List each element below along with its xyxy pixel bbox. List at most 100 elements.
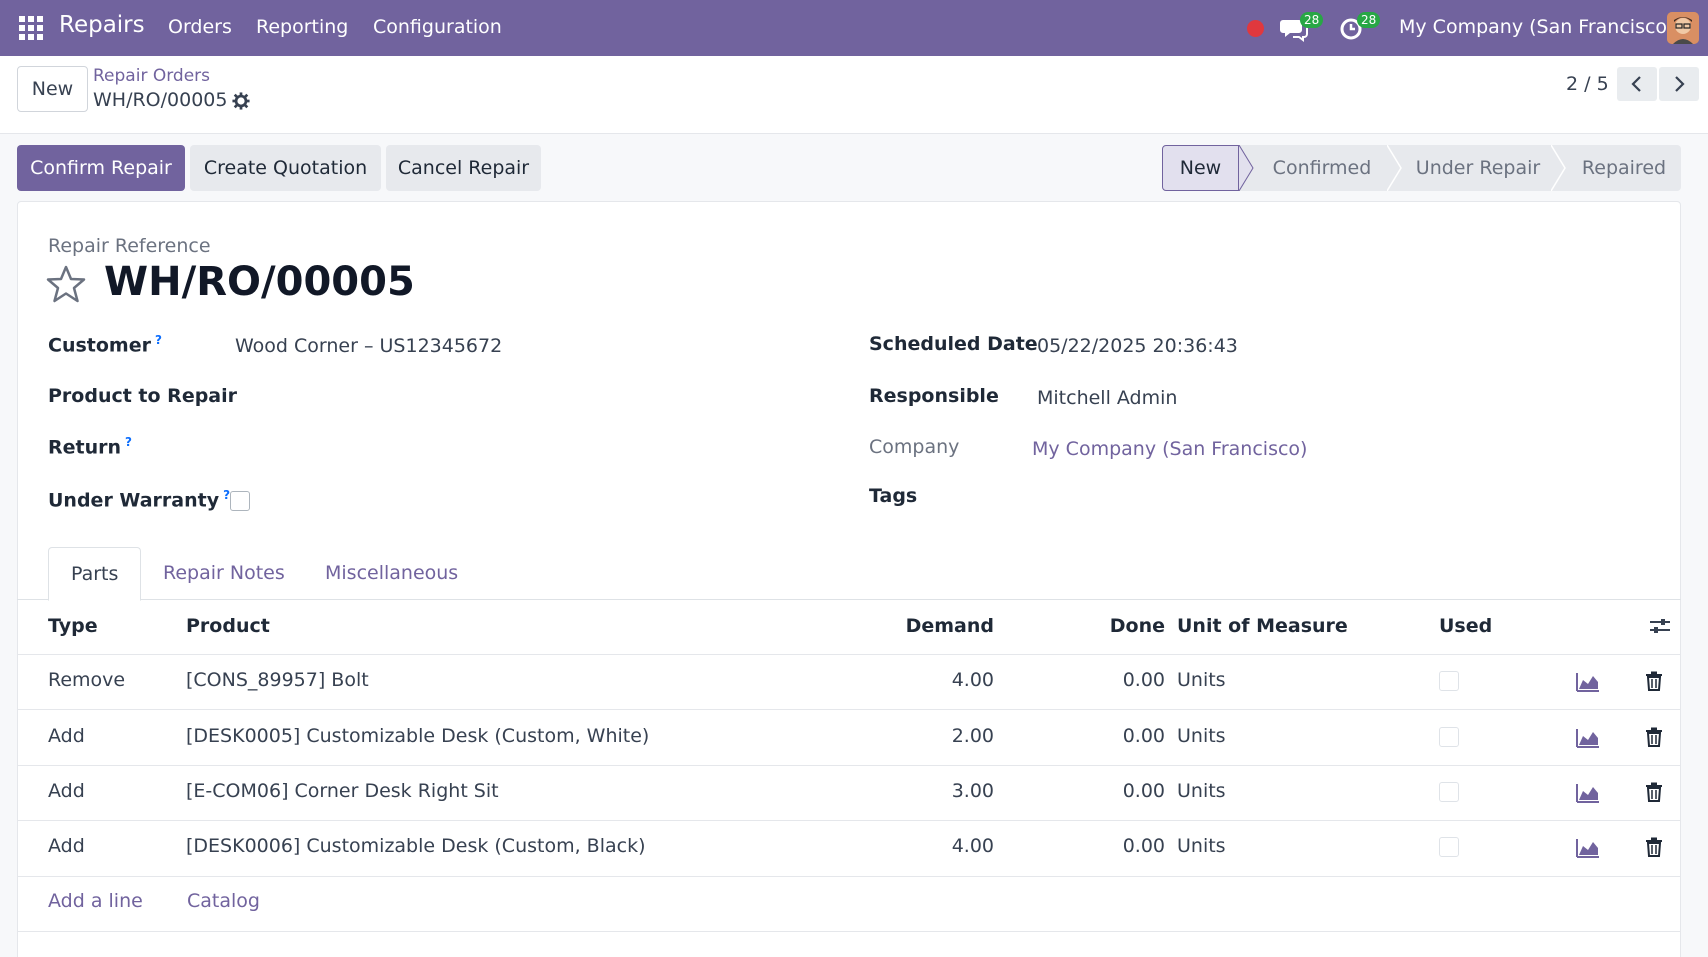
cell-type[interactable]: Add: [48, 780, 85, 802]
user-avatar[interactable]: [1667, 12, 1699, 44]
messages-badge: 28: [1300, 12, 1324, 28]
scheduled-date-field[interactable]: 05/22/2025 20:36:43: [1037, 335, 1238, 357]
scheduled-date-label: Scheduled Date: [869, 333, 1038, 355]
stage-separator: [1551, 145, 1566, 191]
customer-label: Customer?: [48, 333, 162, 357]
column-header-product[interactable]: Product: [186, 615, 270, 637]
cell-done[interactable]: 0.00: [1050, 669, 1165, 691]
pager-value[interactable]: 2 / 5: [1566, 73, 1609, 95]
used-checkbox[interactable]: [1439, 837, 1459, 857]
menu-configuration[interactable]: Configuration: [373, 16, 502, 38]
column-header-unit-of-measure[interactable]: Unit of Measure: [1177, 615, 1348, 637]
tags-label: Tags: [869, 485, 918, 507]
cell-type[interactable]: Add: [48, 725, 85, 747]
stage-confirmed[interactable]: Confirmed: [1257, 145, 1387, 191]
company-label: Company: [869, 436, 960, 458]
tab-repair-notes[interactable]: Repair Notes: [141, 547, 307, 600]
pager-previous-button[interactable]: [1617, 67, 1657, 101]
gear-icon[interactable]: [232, 92, 250, 110]
confirm-repair-button[interactable]: Confirm Repair: [17, 145, 185, 191]
responsible-field[interactable]: Mitchell Admin: [1037, 387, 1177, 409]
new-record-button[interactable]: New: [17, 66, 88, 112]
cancel-repair-button[interactable]: Cancel Repair: [386, 145, 541, 191]
cell-unit-of-measure[interactable]: Units: [1177, 669, 1226, 691]
delete-trash-icon[interactable]: [1645, 727, 1663, 747]
column-header-demand[interactable]: Demand: [880, 615, 994, 637]
cell-demand[interactable]: 4.00: [880, 669, 994, 691]
cell-demand[interactable]: 2.00: [880, 725, 994, 747]
stage-repaired[interactable]: Repaired: [1567, 145, 1681, 191]
used-checkbox[interactable]: [1439, 782, 1459, 802]
table-header-divider: [17, 654, 1681, 655]
stage-separator: [1387, 145, 1402, 191]
cell-done[interactable]: 0.00: [1050, 835, 1165, 857]
pager-next-button[interactable]: [1659, 67, 1699, 101]
chevron-right-icon: [1675, 76, 1685, 92]
delete-trash-icon[interactable]: [1645, 837, 1663, 857]
breadcrumb-current-record: WH/RO/00005: [93, 89, 228, 111]
responsible-label: Responsible: [869, 385, 999, 407]
top-navbar: Repairs Orders Reporting Configuration 2…: [0, 0, 1708, 56]
cell-product[interactable]: [DESK0006] Customizable Desk (Custom, Bl…: [186, 835, 646, 857]
cell-type[interactable]: Add: [48, 835, 85, 857]
optional-columns-toggle-icon[interactable]: [1649, 616, 1671, 636]
column-header-done[interactable]: Done: [1050, 615, 1165, 637]
used-checkbox[interactable]: [1439, 727, 1459, 747]
row-divider: [17, 765, 1681, 766]
recording-indicator-icon[interactable]: [1247, 20, 1264, 37]
company-field[interactable]: My Company (San Francisco): [1032, 438, 1307, 460]
apps-menu-icon[interactable]: [19, 16, 43, 40]
delete-trash-icon[interactable]: [1645, 671, 1663, 691]
row-divider: [17, 931, 1681, 932]
chevron-left-icon: [1631, 76, 1641, 92]
cell-unit-of-measure[interactable]: Units: [1177, 725, 1226, 747]
forecast-chart-icon[interactable]: [1576, 838, 1600, 858]
under-warranty-label: Under Warranty?: [48, 488, 231, 512]
create-quotation-button[interactable]: Create Quotation: [190, 145, 381, 191]
column-header-type[interactable]: Type: [48, 615, 98, 637]
cell-product[interactable]: [CONS_89957] Bolt: [186, 669, 369, 691]
stage-separator: [1239, 145, 1254, 191]
row-divider: [17, 876, 1681, 877]
cell-product[interactable]: [E-COM06] Corner Desk Right Sit: [186, 780, 499, 802]
catalog-link[interactable]: Catalog: [187, 890, 260, 912]
customer-field[interactable]: Wood Corner – US12345672: [235, 335, 502, 357]
cell-done[interactable]: 0.00: [1050, 725, 1165, 747]
cell-demand[interactable]: 3.00: [880, 780, 994, 802]
cell-unit-of-measure[interactable]: Units: [1177, 835, 1226, 857]
stage-new[interactable]: New: [1162, 145, 1239, 191]
cell-demand[interactable]: 4.00: [880, 835, 994, 857]
forecast-chart-icon[interactable]: [1576, 783, 1600, 803]
activities-badge: 28: [1357, 12, 1381, 28]
menu-reporting[interactable]: Reporting: [256, 16, 348, 38]
under-warranty-checkbox[interactable]: [230, 491, 250, 511]
forecast-chart-icon[interactable]: [1576, 728, 1600, 748]
row-divider: [17, 820, 1681, 821]
return-label: Return?: [48, 435, 132, 459]
tab-parts[interactable]: Parts: [48, 547, 142, 601]
menu-orders[interactable]: Orders: [168, 16, 232, 38]
cell-product[interactable]: [DESK0005] Customizable Desk (Custom, Wh…: [186, 725, 649, 747]
add-line-link[interactable]: Add a line: [48, 890, 143, 912]
breadcrumb-repair-orders[interactable]: Repair Orders: [93, 66, 210, 86]
company-switcher[interactable]: My Company (San Francisco): [1399, 16, 1674, 38]
control-panel: New Repair Orders WH/RO/00005 2 / 5: [0, 56, 1708, 134]
status-bar: New Confirmed Under Repair Repaired: [1162, 145, 1681, 191]
row-divider: [17, 709, 1681, 710]
record-title[interactable]: WH/RO/00005: [104, 259, 415, 305]
help-tooltip-icon[interactable]: ?: [125, 435, 132, 449]
app-name[interactable]: Repairs: [59, 12, 145, 38]
favorite-star-icon[interactable]: [46, 265, 86, 303]
product-to-repair-label: Product to Repair: [48, 385, 238, 407]
column-header-used[interactable]: Used: [1439, 615, 1492, 637]
help-tooltip-icon[interactable]: ?: [155, 333, 162, 347]
cell-type[interactable]: Remove: [48, 669, 125, 691]
tab-miscellaneous[interactable]: Miscellaneous: [303, 547, 480, 600]
forecast-chart-icon[interactable]: [1576, 672, 1600, 692]
repair-reference-label: Repair Reference: [48, 235, 211, 257]
stage-under-repair[interactable]: Under Repair: [1403, 145, 1553, 191]
cell-done[interactable]: 0.00: [1050, 780, 1165, 802]
delete-trash-icon[interactable]: [1645, 782, 1663, 802]
cell-unit-of-measure[interactable]: Units: [1177, 780, 1226, 802]
used-checkbox[interactable]: [1439, 671, 1459, 691]
